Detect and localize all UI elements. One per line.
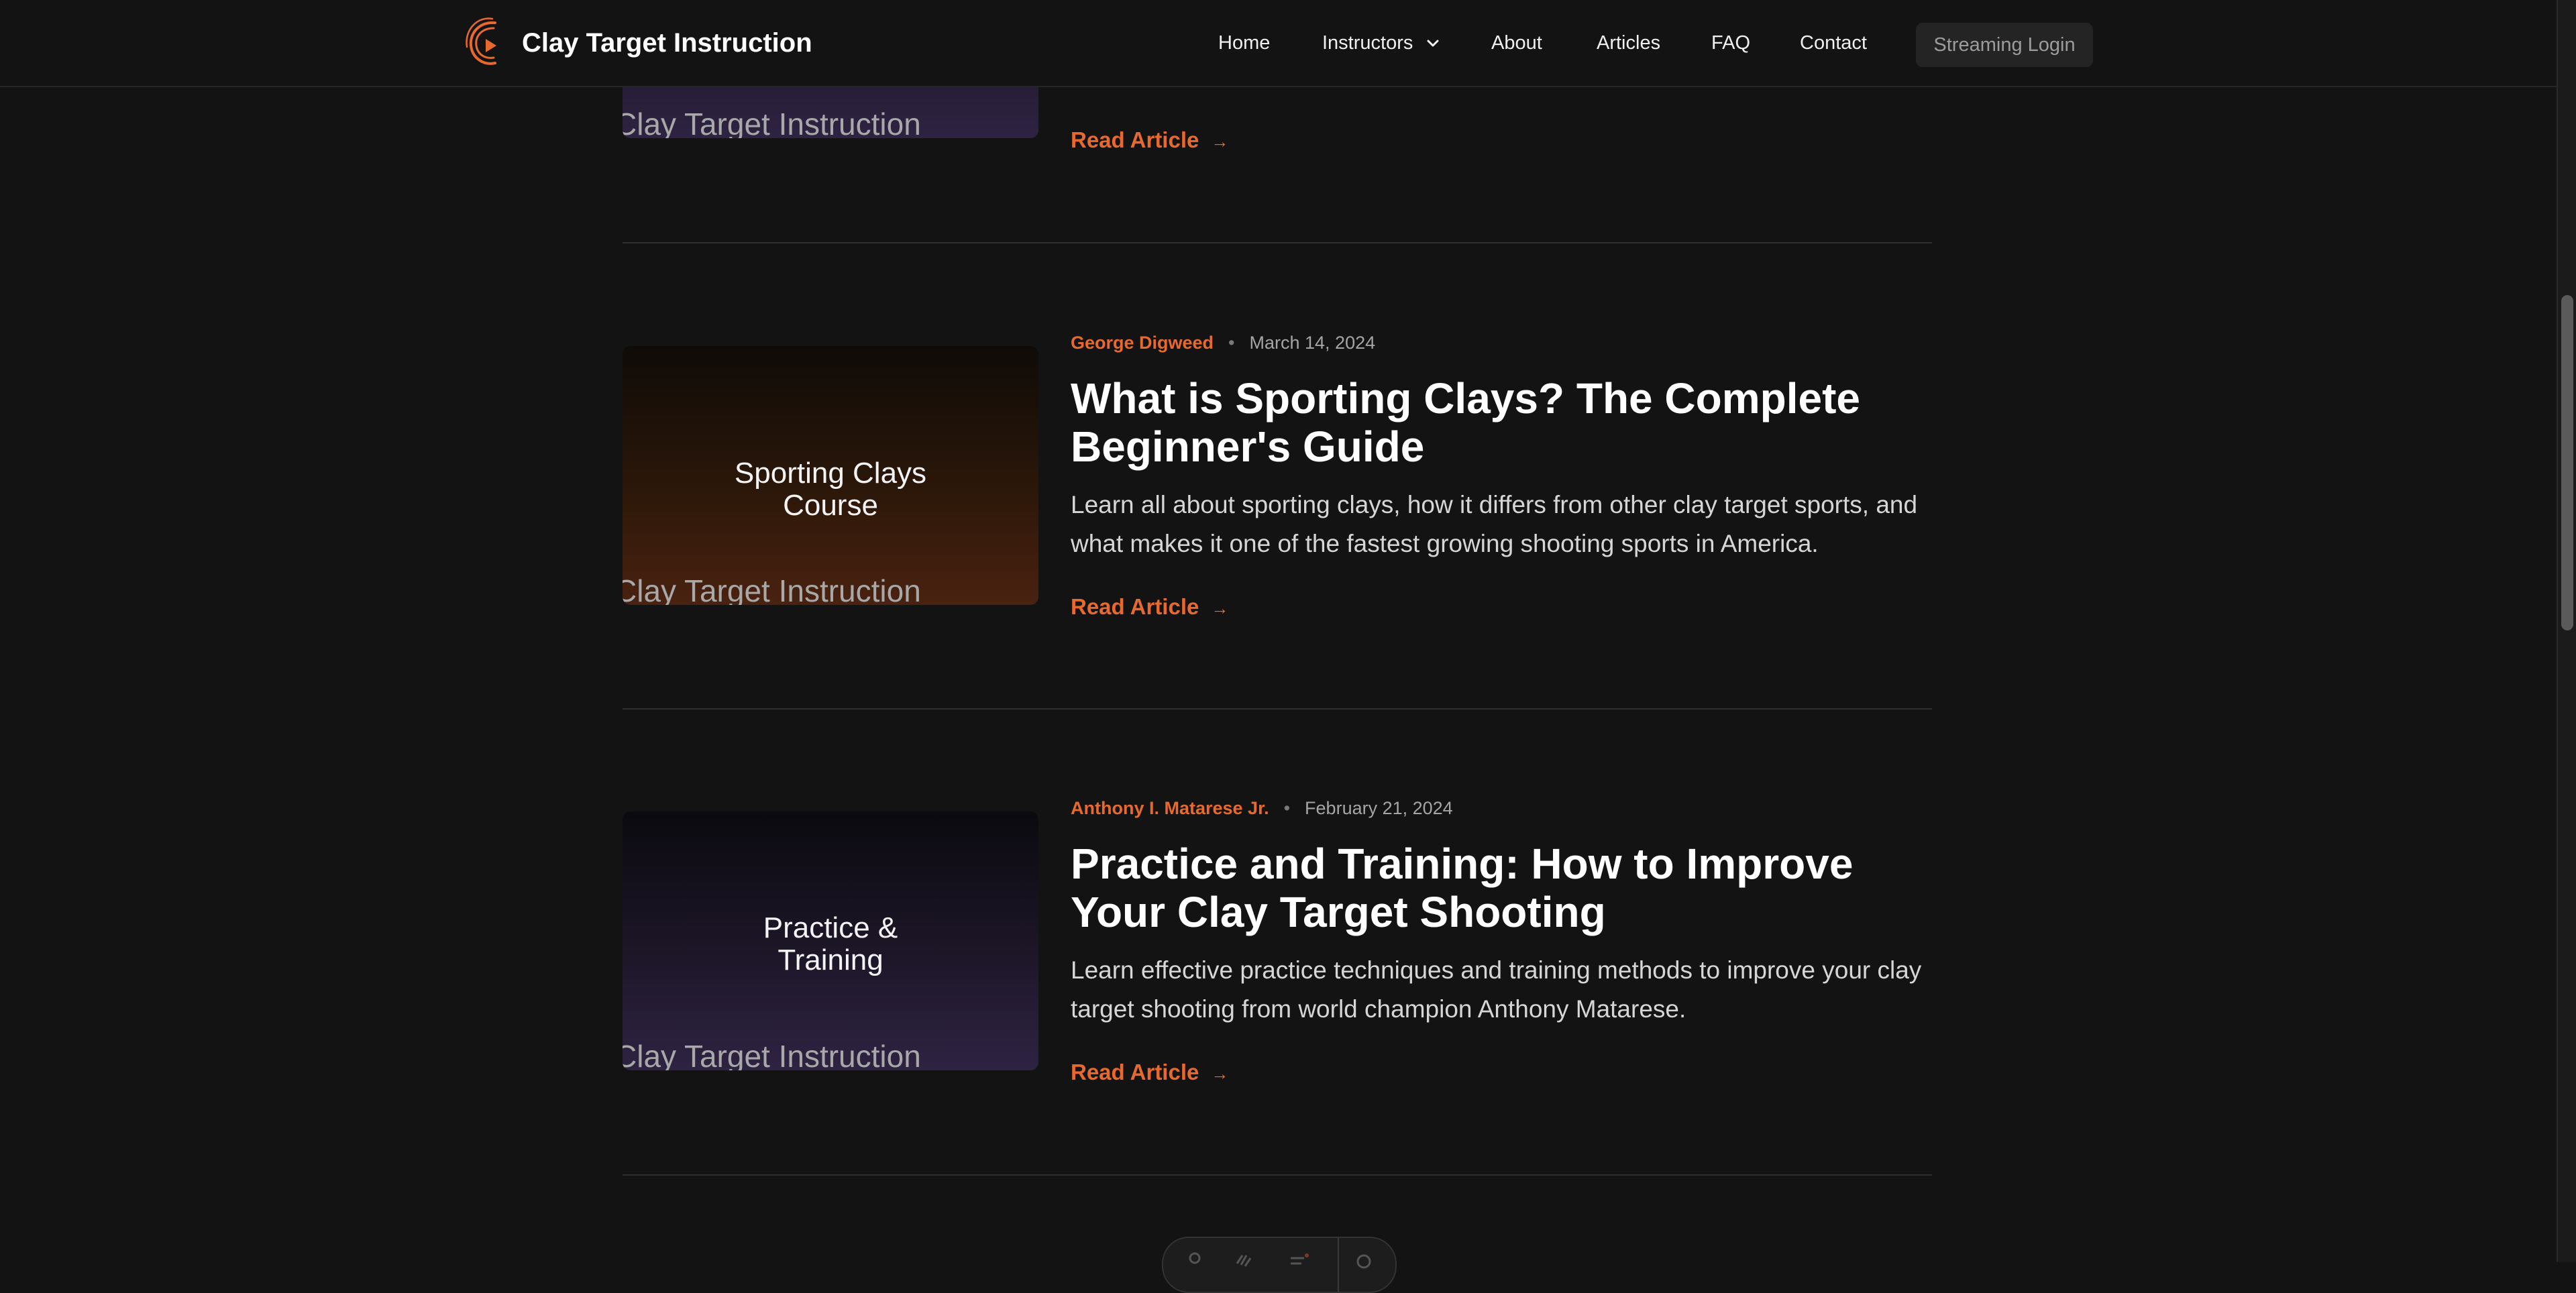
article-divider: [623, 708, 1932, 710]
meta-separator: •: [1228, 333, 1235, 353]
nav-instructors[interactable]: Instructors: [1322, 30, 1440, 56]
nav-articles[interactable]: Articles: [1597, 30, 1660, 56]
thumbnail-title-line: Training: [777, 944, 883, 976]
article-divider: [623, 242, 1932, 243]
article-date: March 14, 2024: [1249, 333, 1376, 353]
article-title[interactable]: Practice and Training: How to Improve Yo…: [1071, 840, 1932, 936]
thumbnail-footer: Clay Target Instruction: [623, 107, 921, 138]
article-author[interactable]: Anthony I. Matarese Jr.: [1071, 798, 1269, 818]
meta-separator: •: [1283, 798, 1291, 818]
thumbnail-title: Sporting Clays Course: [623, 457, 1038, 522]
thumbnail-title-line: Course: [783, 489, 878, 522]
read-article-link[interactable]: Read Article →: [1071, 594, 1228, 620]
thumbnail-title-line: Sporting Clays: [734, 457, 927, 490]
clay-target-logo-icon: [466, 17, 496, 65]
article-thumbnail[interactable]: Practice & Training Clay Target Instruct…: [623, 811, 1038, 1070]
read-article-label: Read Article: [1071, 1060, 1199, 1084]
nav-about[interactable]: About: [1491, 30, 1542, 56]
read-article-link[interactable]: Read Article →: [1071, 127, 1228, 153]
article-title[interactable]: What is Sporting Clays? The Complete Beg…: [1071, 374, 1932, 471]
list-icon[interactable]: [1288, 1250, 1311, 1273]
nav-faq[interactable]: FAQ: [1711, 30, 1750, 56]
toolbar-separator: [1338, 1238, 1339, 1292]
user-icon[interactable]: [1183, 1250, 1206, 1273]
article-excerpt: Learn effective practice techniques and …: [1071, 956, 1922, 1023]
thumbnail-footer: Clay Target Instruction: [623, 573, 921, 605]
hand-icon[interactable]: [1233, 1250, 1256, 1273]
article-author[interactable]: George Digweed: [1071, 333, 1214, 353]
article-meta: Anthony I. Matarese Jr. • February 21, 202…: [1071, 798, 1453, 819]
article-meta: George Digweed • March 14, 2024: [1071, 333, 1375, 353]
thumbnail-footer: Clay Target Instruction: [623, 1039, 921, 1070]
read-article-link[interactable]: Read Article →: [1071, 1060, 1228, 1085]
floating-toolbar: [1162, 1237, 1397, 1293]
thumbnail-title-line: Practice &: [763, 911, 898, 944]
site-header: Clay Target Instruction Home Instructors…: [0, 0, 2557, 87]
thumbnail-title: Practice & Training: [623, 912, 1038, 976]
streaming-login-button[interactable]: Streaming Login: [1916, 23, 2093, 67]
chevron-down-icon: [1427, 40, 1439, 47]
read-article-label: Read Article: [1071, 127, 1199, 152]
scrollbar-thumb[interactable]: [2561, 295, 2573, 630]
article-excerpt: Learn all about sporting clays, how it d…: [1071, 491, 1918, 557]
read-article-label: Read Article: [1071, 594, 1199, 619]
brand-name: Clay Target Instruction: [522, 27, 812, 58]
article-divider: [623, 1174, 1932, 1176]
nav-contact[interactable]: Contact: [1800, 30, 1867, 56]
article-thumbnail[interactable]: Sporting Clays Course Clay Target Instru…: [623, 346, 1038, 605]
gear-icon[interactable]: [1352, 1250, 1375, 1273]
arrow-right-icon: →: [1211, 131, 1229, 152]
arrow-right-icon: →: [1211, 1064, 1229, 1084]
arrow-right-icon: →: [1211, 598, 1229, 618]
page-scrollbar[interactable]: [2557, 0, 2576, 1262]
brand-link[interactable]: Clay Target Instruction: [466, 16, 812, 70]
nav-home[interactable]: Home: [1218, 30, 1270, 56]
article-date: February 21, 2024: [1305, 798, 1453, 818]
nav-instructors-label: Instructors: [1322, 32, 1413, 54]
